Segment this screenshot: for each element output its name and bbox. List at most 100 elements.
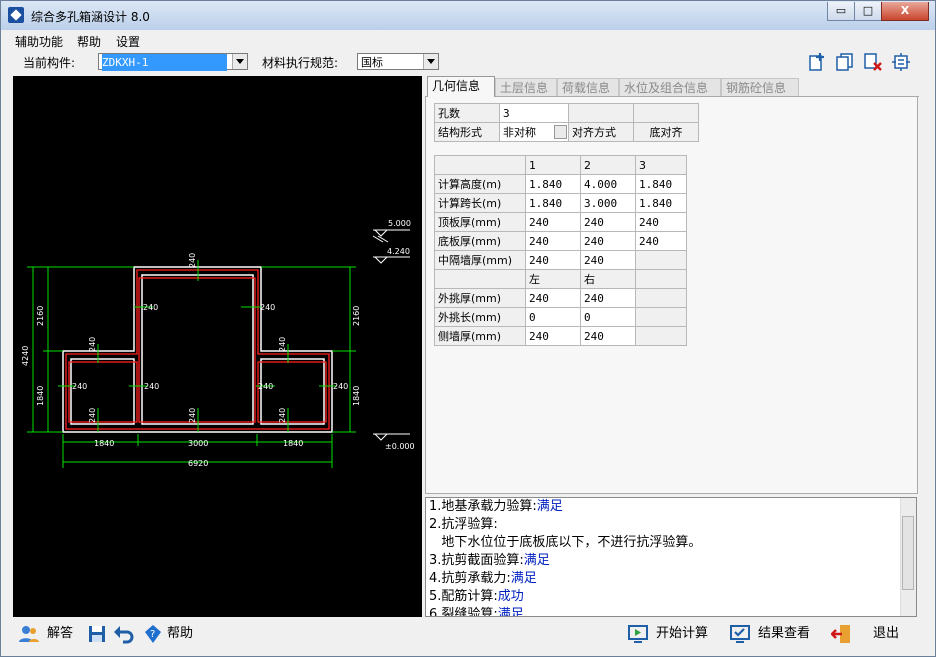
table-cell[interactable]: 240 — [580, 231, 636, 251]
table-cell[interactable]: 4.000 — [580, 174, 636, 194]
result-line: 6.裂缝验算:满足 — [429, 607, 524, 617]
solve-button[interactable]: 解答 — [19, 623, 73, 645]
chevron-down-icon[interactable] — [232, 54, 247, 69]
wall-label: 240 — [143, 303, 158, 312]
row-label: 外挑厚(mm) — [434, 288, 526, 308]
structure-type-select[interactable]: 非对称 — [499, 122, 569, 142]
copy-component-icon[interactable] — [835, 52, 855, 72]
table-row: 底板厚(mm) 240 240 240 — [434, 231, 687, 251]
results-output[interactable]: 1.地基承载力验算:满足 2.抗浮验算: 地下水位位于底板底以下，不进行抗浮验算… — [425, 497, 917, 617]
maximize-button[interactable]: □ — [854, 2, 882, 21]
tab-water-combination[interactable]: 水位及组合信息 — [619, 78, 721, 96]
save-icon[interactable] — [87, 624, 107, 644]
table-cell[interactable]: 240 — [580, 212, 636, 232]
table-row: 外挑长(mm) 0 0 — [434, 307, 687, 327]
table-cell[interactable]: 240 — [580, 288, 636, 308]
column-header-right: 右 — [580, 269, 636, 289]
app-logo-icon — [8, 7, 24, 23]
row-label: 侧墙厚(mm) — [434, 326, 526, 346]
result-line: 5.配筋计算:成功 — [429, 589, 524, 604]
view-result-button[interactable]: 结果查看 — [730, 623, 810, 645]
table-row: 侧墙厚(mm) 240 240 — [434, 326, 687, 346]
column-header: 1 — [525, 155, 581, 175]
empty-cell — [633, 103, 699, 123]
table-cell[interactable]: 240 — [635, 212, 687, 232]
table-cell[interactable]: 1.840 — [525, 174, 581, 194]
table-cell[interactable]: 1.840 — [635, 193, 687, 213]
result-line: 1.地基承载力验算:满足 — [429, 499, 563, 514]
svg-text:?: ? — [150, 629, 155, 640]
table-cell[interactable]: 240 — [525, 231, 581, 251]
table-cell[interactable]: 240 — [580, 250, 636, 270]
align-value[interactable]: 底对齐 — [633, 122, 699, 142]
scrollbar-thumb[interactable] — [902, 516, 914, 590]
chevron-down-icon[interactable] — [554, 125, 567, 139]
menu-tools[interactable]: 辅助功能 — [15, 33, 63, 50]
table-cell[interactable]: 240 — [525, 288, 581, 308]
minimize-button[interactable]: ▭ — [827, 2, 855, 21]
column-header-left: 左 — [525, 269, 581, 289]
chevron-down-icon[interactable] — [423, 54, 438, 69]
wall-label: 240 — [260, 303, 275, 312]
standard-label: 材料执行规范: — [262, 56, 339, 70]
table-cell[interactable]: 3.000 — [580, 193, 636, 213]
standard-select[interactable]: 国标 — [357, 53, 439, 70]
hole-count-field[interactable]: 3 — [499, 103, 569, 123]
table-row: 外挑厚(mm) 240 240 — [434, 288, 687, 308]
component-toolbar: 当前构件: ZDKXH-1 材料执行规范: 国标 — [1, 50, 935, 74]
monitor-play-icon — [628, 624, 648, 643]
column-header: 3 — [635, 155, 687, 175]
table-row: 计算高度(m) 1.840 4.000 1.840 — [434, 174, 687, 194]
component-select[interactable]: ZDKXH-1 — [98, 53, 248, 71]
row-label: 外挑长(mm) — [434, 307, 526, 327]
users-icon — [19, 625, 39, 642]
table-cell[interactable]: 1.840 — [525, 193, 581, 213]
component-label: 当前构件: — [23, 56, 76, 70]
dim-right-lower: 1840 — [352, 386, 361, 406]
empty-cell — [434, 269, 526, 289]
help-button[interactable]: ? 帮助 — [143, 623, 193, 645]
help-icon: ? — [145, 624, 161, 643]
exit-button[interactable]: 退出 — [831, 623, 899, 645]
tab-load[interactable]: 荷载信息 — [557, 78, 619, 96]
results-scrollbar[interactable] — [900, 498, 916, 616]
result-line: 2.抗浮验算: — [429, 517, 498, 532]
table-cell[interactable]: 0 — [580, 307, 636, 327]
empty-cell — [635, 288, 687, 308]
dim-bottom-2: 3000 — [188, 439, 208, 448]
delete-component-icon[interactable] — [863, 52, 883, 72]
wall-label: 240 — [278, 337, 287, 352]
geometry-tab-content: 孔数 3 结构形式 非对称 对齐方式 底对齐 1 2 3 计算高度(m) 1.8… — [425, 97, 918, 494]
geometry-table: 1 2 3 计算高度(m) 1.840 4.000 1.840 计算跨长(m) … — [434, 155, 687, 346]
result-line: 地下水位位于底板底以下，不进行抗浮验算。 — [429, 535, 702, 550]
drawing-canvas[interactable]: 240 240 240 240 240 240 240 240 240 240 … — [13, 76, 422, 617]
table-cell[interactable]: 1.840 — [635, 174, 687, 194]
undo-icon[interactable] — [113, 624, 135, 644]
table-row: 计算跨长(m) 1.840 3.000 1.840 — [434, 193, 687, 213]
dim-total: 6920 — [188, 459, 208, 468]
empty-cell — [635, 269, 687, 289]
monitor-check-icon — [730, 624, 750, 643]
settings-component-icon[interactable] — [891, 52, 911, 72]
structure-type-label: 结构形式 — [434, 122, 500, 142]
table-cell[interactable]: 240 — [580, 326, 636, 346]
table-cell[interactable]: 240 — [525, 212, 581, 232]
table-cell[interactable]: 240 — [525, 326, 581, 346]
close-button[interactable]: X — [881, 2, 929, 21]
bottom-bar: 解答 ? 帮助 开始计算 结果查看 退出 — [1, 619, 935, 649]
table-cell[interactable]: 240 — [635, 231, 687, 251]
table-cell[interactable]: 240 — [525, 250, 581, 270]
elevation-top: 5.000 — [388, 219, 411, 228]
wall-label: 240 — [188, 253, 197, 268]
menu-settings[interactable]: 设置 — [116, 33, 140, 50]
tab-geometry[interactable]: 几何信息 — [427, 76, 495, 97]
table-cell[interactable]: 0 — [525, 307, 581, 327]
menu-help[interactable]: 帮助 — [77, 33, 101, 50]
start-calc-button[interactable]: 开始计算 — [628, 623, 708, 645]
tab-reinforcement[interactable]: 钢筋砼信息 — [721, 78, 799, 96]
add-component-icon[interactable] — [807, 52, 827, 72]
tab-soil[interactable]: 土层信息 — [495, 78, 557, 96]
dim-right-upper: 2160 — [352, 306, 361, 326]
column-header: 2 — [580, 155, 636, 175]
hole-count-label: 孔数 — [434, 103, 500, 123]
